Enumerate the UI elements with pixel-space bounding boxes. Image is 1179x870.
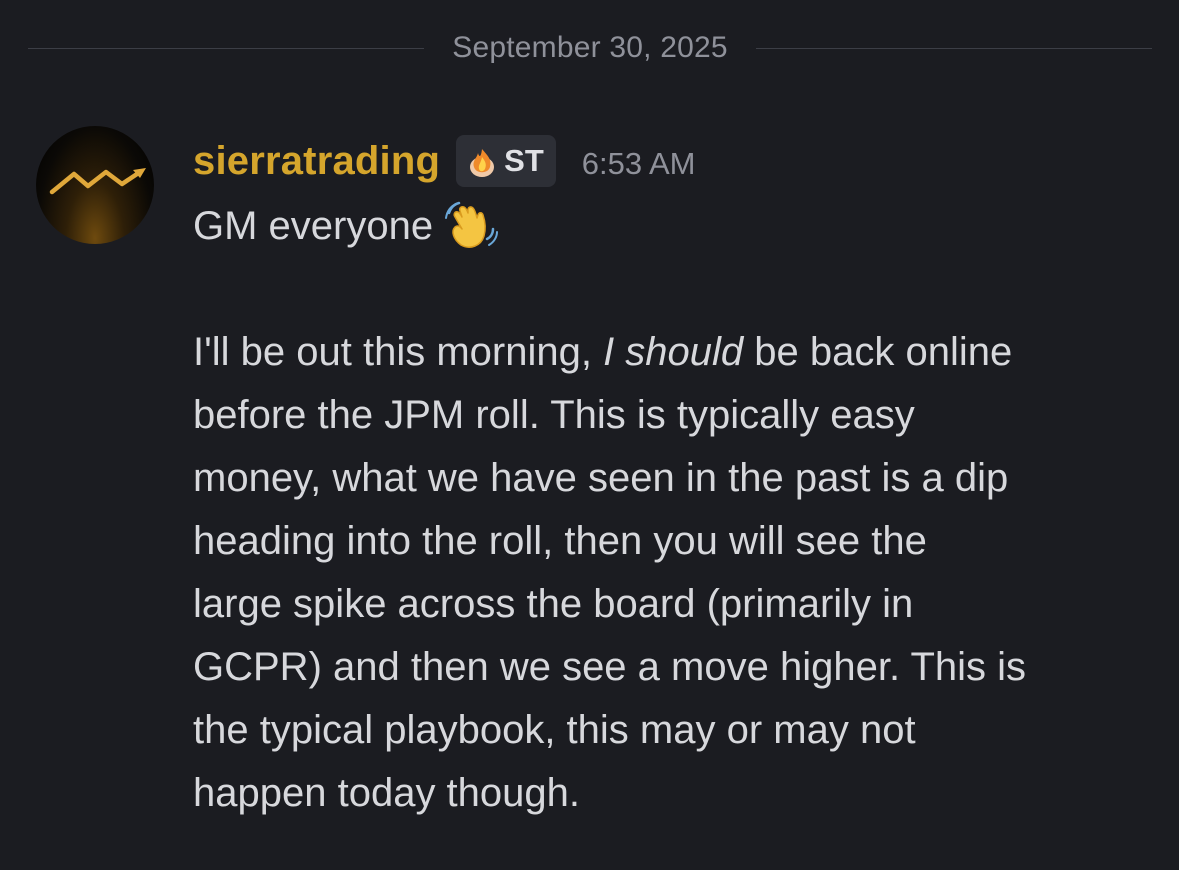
body-line: the typical playbook, this may or may no… xyxy=(193,708,916,752)
body-line: GCPR) and then we see a move higher. Thi… xyxy=(193,645,1027,689)
date-divider: September 30, 2025 xyxy=(28,28,1152,68)
username[interactable]: sierratrading xyxy=(193,139,440,184)
message-body: I'll be out this morning, I should be ba… xyxy=(193,321,1153,825)
message-header: sierratrading ST 6:53 AM xyxy=(193,134,696,188)
server-tag-label: ST xyxy=(504,143,544,178)
body-line: I'll be out this morning, I should be ba… xyxy=(193,321,1153,384)
body-line: before the JPM roll. This is typically e… xyxy=(193,393,915,437)
emphasis-text: I should xyxy=(603,330,744,374)
body-line-text: be back online xyxy=(743,330,1013,374)
greeting-line: GM everyone xyxy=(193,195,1153,258)
date-divider-label: September 30, 2025 xyxy=(452,31,728,64)
body-line: money, what we have seen in the past is … xyxy=(193,456,1009,500)
divider-line-left xyxy=(28,47,425,49)
flame-icon xyxy=(470,149,495,177)
body-line: large spike across the board (primarily … xyxy=(193,582,914,626)
message-content: GM everyone I'll be out this morning, I … xyxy=(193,195,1153,825)
greeting-text: GM everyone xyxy=(193,204,434,248)
waving-hand-icon xyxy=(445,201,499,248)
body-line-text: I'll be out this morning, xyxy=(193,330,604,374)
avatar[interactable] xyxy=(36,126,154,244)
divider-line-right xyxy=(755,47,1152,49)
body-line: happen today though. xyxy=(193,771,581,815)
trend-arrow-icon xyxy=(49,168,146,195)
server-tag[interactable]: ST xyxy=(456,135,556,187)
message-timestamp[interactable]: 6:53 AM xyxy=(582,146,696,182)
body-line: heading into the roll, then you will see… xyxy=(193,519,927,563)
